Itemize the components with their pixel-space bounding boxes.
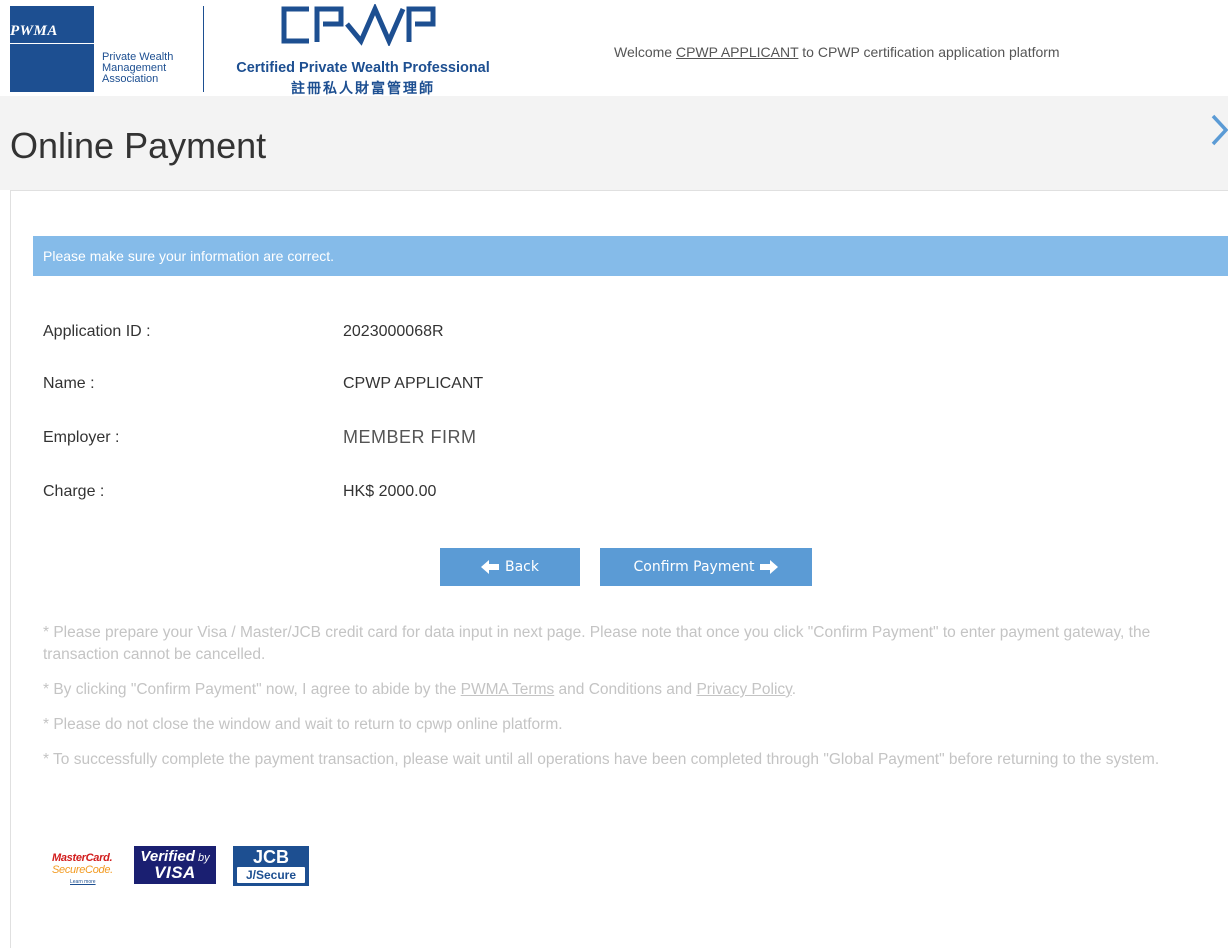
pwma-logo-text: PWMA	[10, 23, 58, 39]
note-global-payment: * To successfully complete the payment t…	[43, 751, 1160, 768]
jcb-jsecure-logo: JCB J/Secure	[233, 846, 309, 886]
name-value: CPWP APPLICANT	[343, 375, 484, 392]
back-button-label: Back	[505, 559, 539, 575]
pwma-logo-badge: PWMA	[10, 6, 94, 92]
arrow-right-icon	[760, 560, 779, 574]
page-title-bar: Online Payment	[0, 96, 1228, 190]
privacy-policy-link[interactable]: Privacy Policy	[696, 681, 791, 698]
charge-label: Charge :	[43, 483, 105, 500]
name-label: Name :	[43, 375, 95, 392]
application-id-value: 2023000068R	[343, 323, 444, 340]
mastercard-learn-more-link[interactable]: Learn more	[70, 879, 96, 885]
note-do-not-close: * Please do not close the window and wai…	[43, 716, 563, 733]
jcb-line-1: JCB	[252, 847, 289, 867]
pwma-association-name: Private Wealth Management Association	[102, 52, 173, 85]
application-id-label: Application ID :	[43, 323, 151, 340]
welcome-suffix: to CPWP certification application platfo…	[798, 44, 1060, 60]
pwma-logo[interactable]: PWMA Private Wealth Management Associati…	[10, 6, 190, 92]
verified-by-visa-logo: Verified by VISA	[134, 846, 216, 884]
notice-banner: Please make sure your information are co…	[33, 236, 1228, 276]
employer-value: MEMBER FIRM	[343, 427, 477, 447]
back-button[interactable]: Back	[440, 548, 580, 586]
pwma-terms-link[interactable]: PWMA Terms	[461, 681, 555, 698]
cpwp-logo[interactable]: Certified Private Wealth Professional 註冊…	[222, 4, 497, 96]
site-header: PWMA Private Wealth Management Associati…	[0, 0, 1228, 96]
arrow-left-icon	[481, 560, 499, 574]
pwma-name-line-3: Association	[102, 73, 159, 85]
pwma-logo-rule	[10, 43, 94, 44]
cpwp-title: Certified Private Wealth Professional	[236, 60, 490, 76]
header-divider	[203, 6, 204, 92]
welcome-message: Welcome CPWP APPLICANT to CPWP certifica…	[614, 44, 1060, 60]
chevron-right-icon[interactable]	[1210, 113, 1228, 147]
cpwp-logo-mark	[281, 4, 436, 46]
mastercard-line-2: SecureCode.	[52, 864, 113, 876]
note-terms-middle: and Conditions and	[554, 681, 697, 698]
mastercard-securecode-logo: MasterCard. SecureCode. Learn more	[50, 846, 116, 886]
confirm-payment-button[interactable]: Confirm Payment	[600, 548, 812, 586]
visa-line-2: VISA	[154, 863, 196, 882]
welcome-user-link[interactable]: CPWP APPLICANT	[676, 44, 798, 60]
charge-value: HK$ 2000.00	[343, 483, 437, 500]
confirm-payment-label: Confirm Payment	[633, 559, 755, 575]
note-terms-agreement: * By clicking "Confirm Payment" now, I a…	[43, 679, 1203, 701]
jcb-line-2: J/Secure	[237, 867, 305, 883]
note-terms-suffix: .	[791, 681, 797, 698]
note-terms-prefix: * By clicking "Confirm Payment" now, I a…	[43, 681, 461, 698]
note-card-preparation: * Please prepare your Visa / Master/JCB …	[43, 624, 1151, 663]
mastercard-line-1: MasterCard.	[52, 852, 113, 864]
cpwp-chinese-title: 註冊私人財富管理師	[291, 80, 435, 96]
employer-label: Employer :	[43, 429, 120, 446]
page-title: Online Payment	[10, 125, 267, 166]
welcome-prefix: Welcome	[614, 44, 676, 60]
